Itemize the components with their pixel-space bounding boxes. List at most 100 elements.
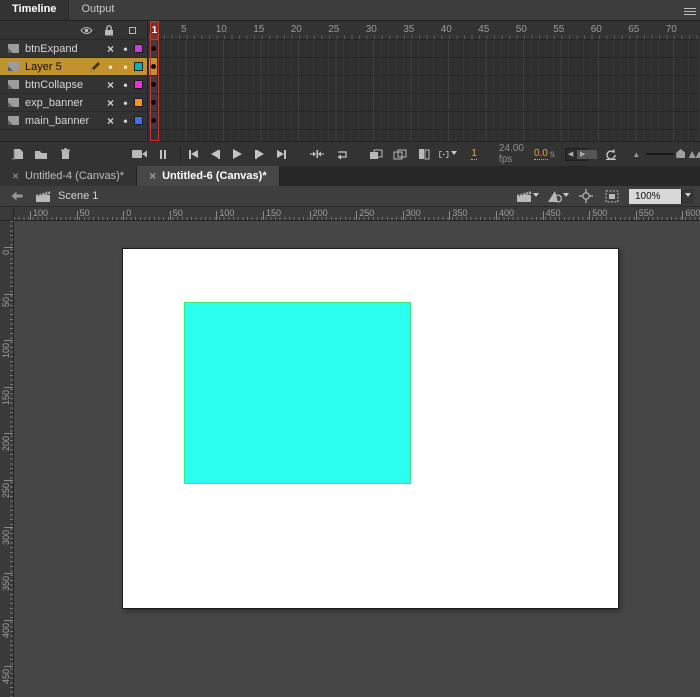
ruler-number: 250 xyxy=(359,208,375,218)
parent-view-icon[interactable] xyxy=(154,145,172,163)
playhead-frame-number[interactable]: 1 xyxy=(150,21,159,40)
frame-number: 15 xyxy=(253,24,265,35)
ruler-number: 150 xyxy=(266,208,282,218)
layer-outline-color[interactable] xyxy=(134,116,143,125)
step-back-button[interactable] xyxy=(206,145,224,163)
stage[interactable] xyxy=(122,248,619,609)
ruler-tick xyxy=(402,211,404,220)
panel-menu-icon[interactable] xyxy=(684,6,696,15)
layer-outline-color[interactable] xyxy=(134,98,143,107)
layer-lock-toggle[interactable]: • xyxy=(118,78,133,92)
onion-skin-outlines-button[interactable] xyxy=(391,145,409,163)
layer-page-icon xyxy=(8,62,19,71)
close-icon[interactable]: × xyxy=(149,169,156,183)
modify-markers-button[interactable] xyxy=(439,145,458,163)
layer-visibility-toggle[interactable]: × xyxy=(103,114,118,128)
center-stage-button[interactable] xyxy=(577,187,595,205)
ruler-tick xyxy=(449,211,451,220)
timeline-frames-area[interactable]: 5 10 15 20 25 30 35 40 45 50 55 60 65 70 1 xyxy=(149,21,698,141)
pasteboard[interactable] xyxy=(14,221,700,697)
layer-visibility-toggle[interactable]: × xyxy=(103,78,118,92)
tab-output[interactable]: Output xyxy=(69,0,126,20)
reset-timeline-zoom-button[interactable] xyxy=(602,145,620,163)
doc-tab-label: Untitled-4 (Canvas)* xyxy=(25,170,125,182)
loop-playback-button[interactable] xyxy=(333,145,351,163)
go-to-first-frame-button[interactable] xyxy=(184,145,202,163)
scroll-right-icon[interactable]: ▶ xyxy=(580,150,585,160)
frame-ruler[interactable]: 5 10 15 20 25 30 35 40 45 50 55 60 65 70 xyxy=(149,21,698,40)
edit-multiple-frames-button[interactable] xyxy=(415,145,433,163)
ruler-number: 0 xyxy=(1,250,11,256)
layer-visibility-toggle[interactable]: × xyxy=(103,96,118,110)
step-forward-button[interactable] xyxy=(250,145,268,163)
doc-tab-untitled6[interactable]: × Untitled-6 (Canvas)* xyxy=(137,166,280,186)
ruler-number: 100 xyxy=(33,208,49,218)
doc-tab-untitled4[interactable]: × Untitled-4 (Canvas)* xyxy=(0,166,138,186)
frame-number: 35 xyxy=(403,24,415,35)
camera-icon[interactable] xyxy=(130,145,148,163)
go-to-last-frame-button[interactable] xyxy=(272,145,290,163)
current-frame-indicator[interactable]: 1 xyxy=(471,148,477,160)
layer-row-exp_banner[interactable]: exp_banner × • xyxy=(0,94,147,112)
eye-icon[interactable] xyxy=(77,21,95,39)
layer-row-btnCollapse[interactable]: btnCollapse × • xyxy=(0,76,147,94)
new-folder-button[interactable] xyxy=(32,145,50,163)
center-frame-button[interactable] xyxy=(308,145,326,163)
ruler-number: 150 xyxy=(1,389,11,405)
layer-outline-color[interactable] xyxy=(134,44,143,53)
timeline-zoom-slider[interactable] xyxy=(646,149,686,158)
cyan-rectangle-shape[interactable] xyxy=(184,302,411,484)
layer-outline-color[interactable] xyxy=(134,80,143,89)
layer-row-layer5[interactable]: Layer 5 • • xyxy=(0,58,147,76)
frame-row-main_banner[interactable] xyxy=(149,112,698,130)
timeline-zoom-out-icon[interactable]: ▲ xyxy=(632,150,640,159)
lock-icon[interactable] xyxy=(100,21,118,39)
scene-clapperboard-icon xyxy=(34,187,52,205)
layer-lock-toggle[interactable]: • xyxy=(118,60,133,74)
layer-lock-toggle[interactable]: • xyxy=(118,42,133,56)
edit-scene-button[interactable] xyxy=(516,187,539,205)
ruler-number: 200 xyxy=(1,436,11,452)
timeline-horizontal-scrollbar[interactable]: ◀ ▶ xyxy=(564,147,597,161)
frame-row-btnCollapse[interactable] xyxy=(149,76,698,94)
close-icon[interactable]: × xyxy=(12,169,19,183)
ruler-tick xyxy=(263,211,264,220)
frame-row-exp_banner[interactable] xyxy=(149,94,698,112)
frame-row-btnExpand[interactable] xyxy=(149,40,698,58)
layer-name: exp_banner xyxy=(25,96,84,109)
ruler-number: 100 xyxy=(1,343,11,359)
timeline-zoom-in-icon[interactable]: ▲▲ xyxy=(686,148,700,160)
outline-square-icon[interactable] xyxy=(123,21,141,39)
scroll-left-icon[interactable]: ◀ xyxy=(568,150,573,160)
zoom-slider-thumb[interactable] xyxy=(676,149,686,158)
frame-row-layer5[interactable] xyxy=(149,58,698,76)
ruler-number: 300 xyxy=(1,529,11,545)
elapsed-time-value[interactable]: 0.0 xyxy=(533,148,548,160)
stage-zoom-select[interactable]: 100% xyxy=(629,188,681,204)
ruler-tick xyxy=(309,211,311,220)
play-button[interactable] xyxy=(228,145,246,163)
frame-rate-indicator[interactable]: 24.00 fps xyxy=(499,143,524,165)
tab-timeline[interactable]: Timeline xyxy=(0,0,70,20)
ruler-number: 350 xyxy=(1,576,11,592)
layer-outline-color[interactable] xyxy=(134,62,143,71)
layer-visibility-toggle[interactable]: • xyxy=(103,60,118,74)
layer-row-main_banner[interactable]: main_banner × • xyxy=(0,112,147,130)
frames-grid[interactable] xyxy=(149,40,698,141)
ruler-number: 50 xyxy=(172,208,183,218)
onion-skin-button[interactable] xyxy=(367,145,385,163)
ruler-tick xyxy=(4,247,13,248)
edit-symbols-button[interactable] xyxy=(547,187,569,205)
layer-row-btnExpand[interactable]: btnExpand × • xyxy=(0,40,147,58)
delete-layer-button[interactable] xyxy=(56,145,74,163)
back-arrow-icon[interactable] xyxy=(8,187,26,205)
layer-lock-toggle[interactable]: • xyxy=(118,96,133,110)
stage-zoom-caret[interactable] xyxy=(681,188,694,204)
frame-number: 50 xyxy=(515,24,527,35)
clip-content-outside-stage-button[interactable] xyxy=(603,187,621,205)
new-layer-button[interactable] xyxy=(8,145,26,163)
ruler-tick xyxy=(123,211,125,220)
panel-tabbar: Timeline Output xyxy=(0,0,700,21)
layer-lock-toggle[interactable]: • xyxy=(118,114,133,128)
layer-visibility-toggle[interactable]: × xyxy=(103,42,118,56)
